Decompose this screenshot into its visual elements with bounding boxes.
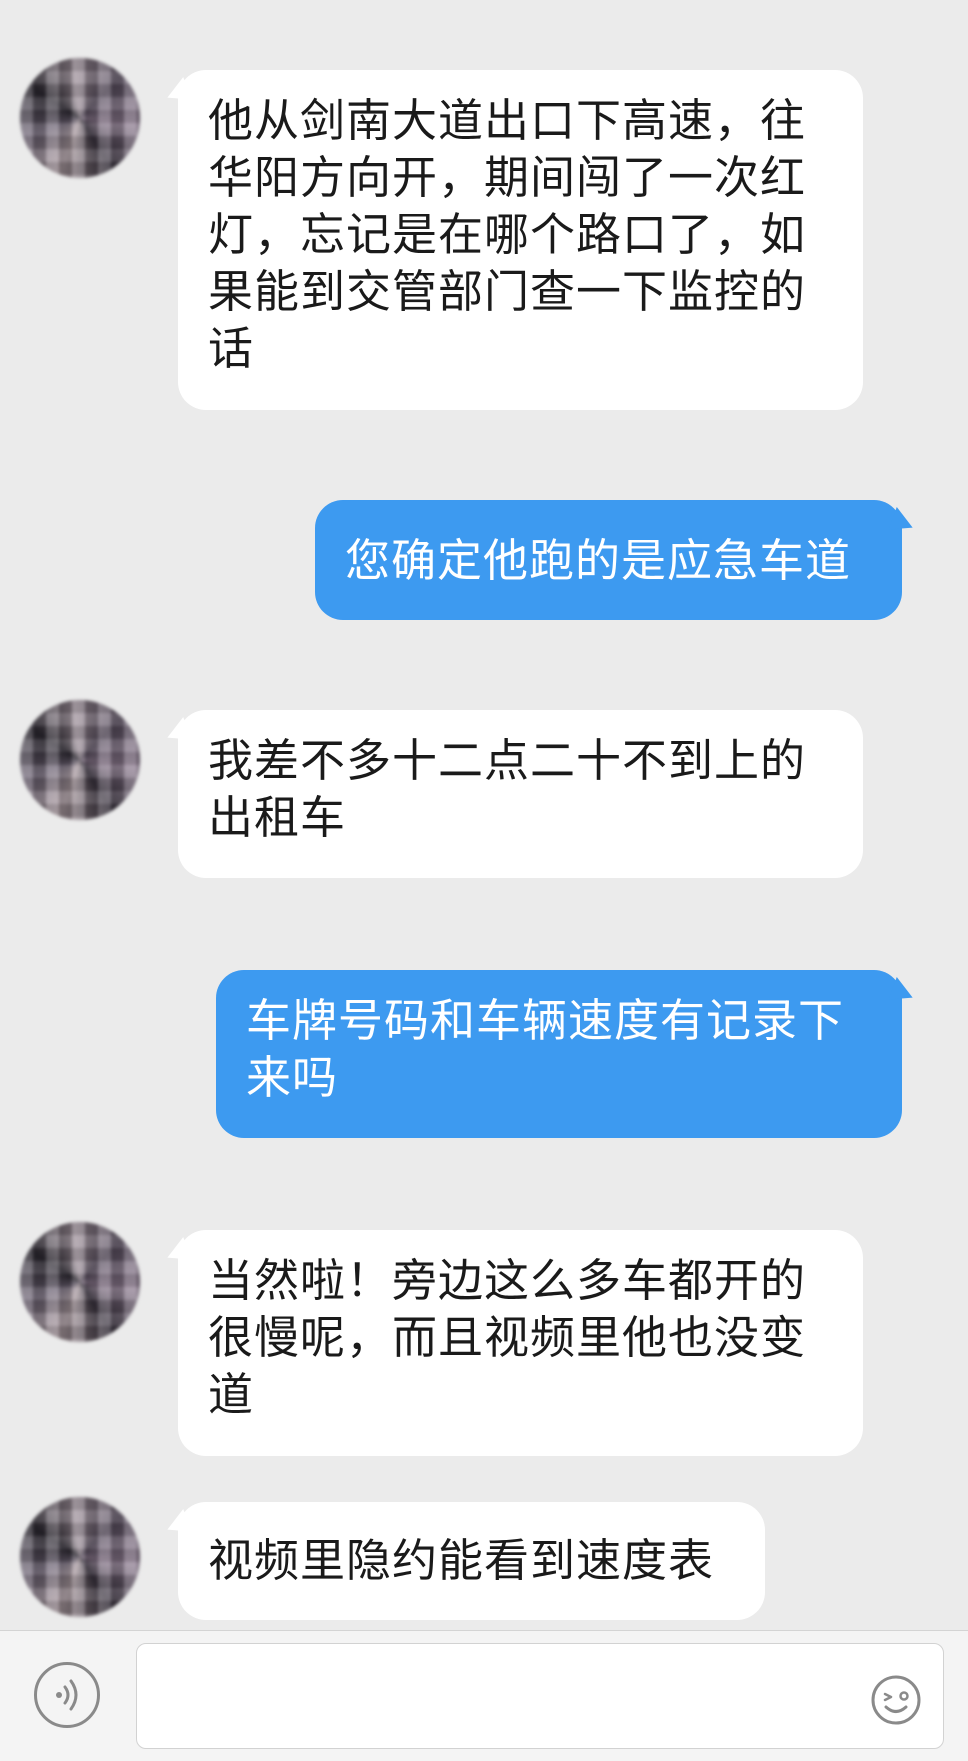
message-bubble[interactable]: 当然啦！旁边这么多车都开的很慢呢，而且视频里他也没变道 [178,1230,863,1456]
message-bubble[interactable]: 视频里隐约能看到速度表 [178,1502,765,1620]
voice-button[interactable] [34,1662,100,1728]
message-bubble[interactable]: 我差不多十二点二十不到上的出租车 [178,710,863,878]
contact-avatar[interactable] [20,1222,140,1342]
message-bubble[interactable]: 车牌号码和车辆速度有记录下来吗 [216,970,902,1138]
emoji-button[interactable] [870,1674,922,1726]
contact-avatar[interactable] [20,1497,140,1617]
message-bubble[interactable]: 您确定他跑的是应急车道 [315,500,902,620]
chat-history[interactable]: 他从剑南大道出口下高速，往华阳方向开，期间闯了一次红灯，忘记是在哪个路口了，如果… [0,0,968,1630]
contact-avatar[interactable] [20,58,140,178]
contact-avatar[interactable] [20,700,140,820]
input-bar [0,1630,968,1761]
message-bubble[interactable]: 他从剑南大道出口下高速，往华阳方向开，期间闯了一次红灯，忘记是在哪个路口了，如果… [178,70,863,410]
emoji-icon [871,1675,921,1725]
voice-icon [56,1679,78,1711]
message-input[interactable] [136,1643,944,1749]
